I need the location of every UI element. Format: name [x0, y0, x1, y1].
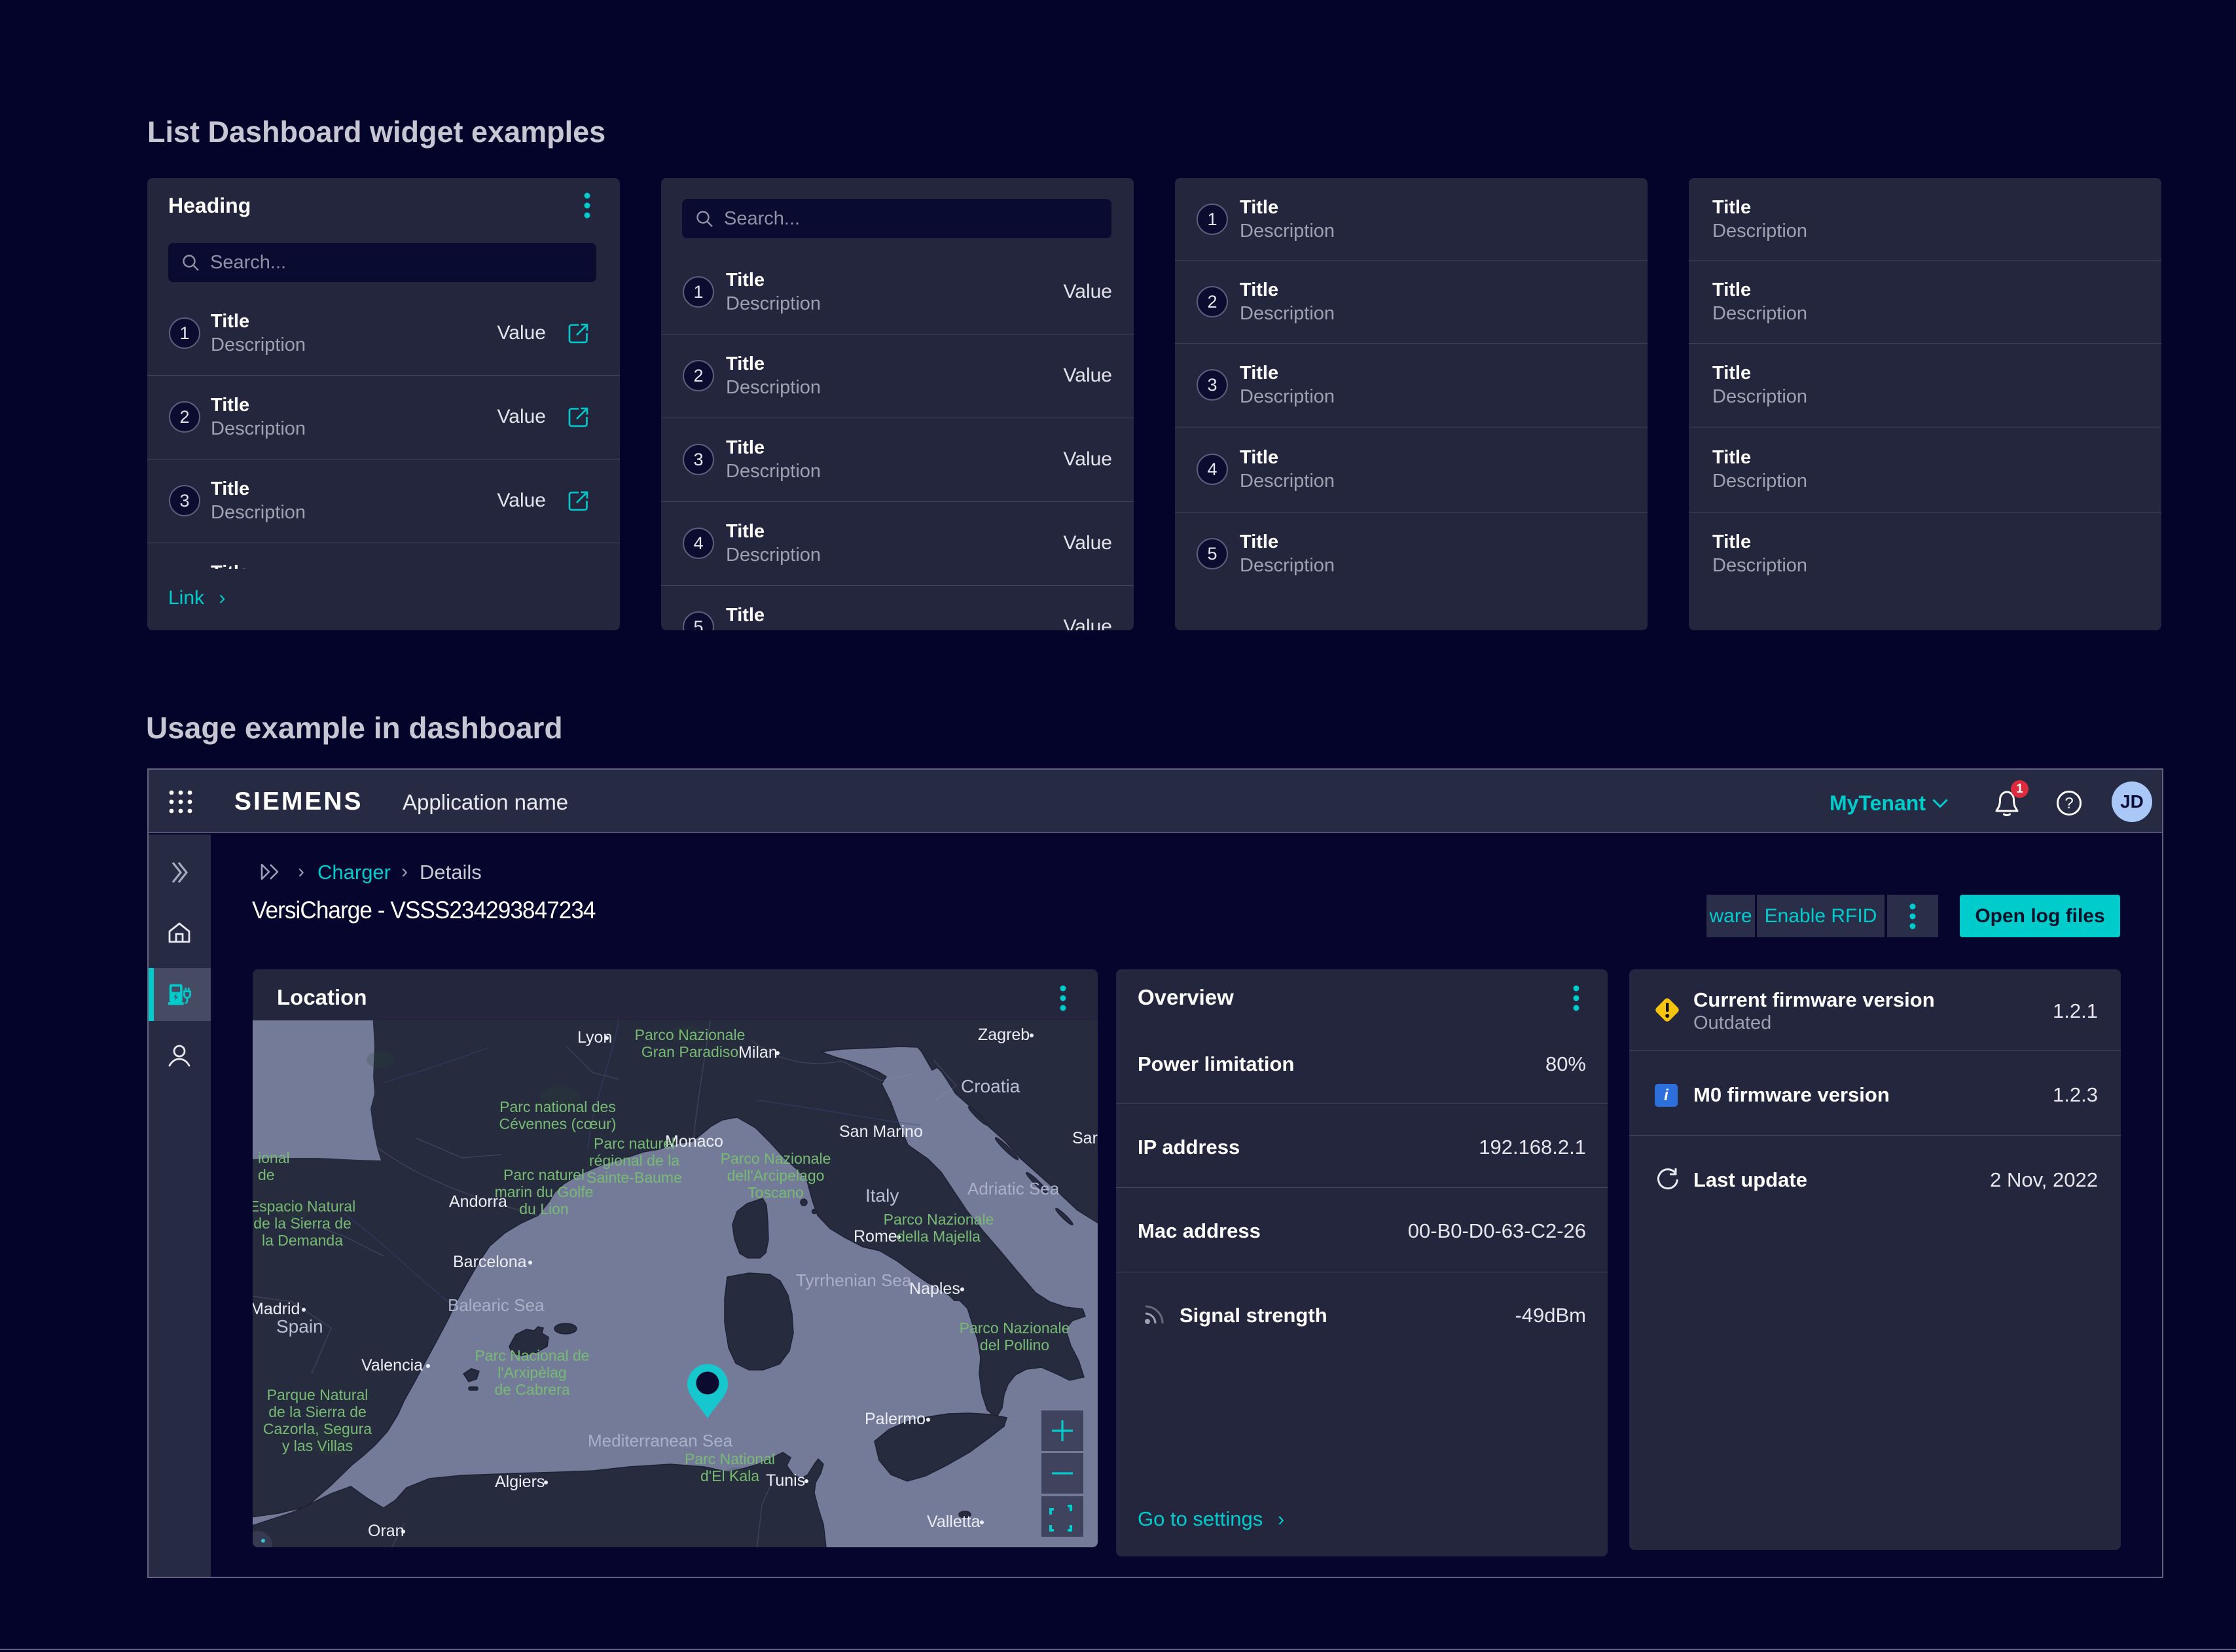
svg-text:San Marino: San Marino: [839, 1122, 923, 1141]
svg-text:Parco Nazionale: Parco Nazionale: [960, 1320, 1070, 1337]
svg-text:ional: ional: [258, 1149, 290, 1166]
svg-text:della Majella: della Majella: [897, 1228, 981, 1245]
svg-text:Adriatic Sea: Adriatic Sea: [967, 1179, 1060, 1198]
svg-text:Sarajev: Sarajev: [1072, 1129, 1098, 1147]
svg-text:la Demanda: la Demanda: [262, 1232, 343, 1249]
svg-text:Balearic Sea: Balearic Sea: [448, 1295, 545, 1315]
svg-text:du Lion: du Lion: [519, 1200, 568, 1217]
svg-text:Tyrrhenian Sea: Tyrrhenian Sea: [796, 1270, 912, 1290]
svg-text:Madrid: Madrid: [253, 1300, 300, 1318]
svg-text:Parc naturel: Parc naturel: [594, 1135, 675, 1152]
svg-text:Naples: Naples: [909, 1280, 960, 1298]
svg-text:Barcelona: Barcelona: [453, 1253, 527, 1271]
svg-text:Spain: Spain: [276, 1316, 323, 1337]
svg-text:Parco Nazionale: Parco Nazionale: [884, 1211, 994, 1228]
svg-text:Croatia: Croatia: [961, 1076, 1020, 1096]
svg-text:Parc naturel: Parc naturel: [503, 1166, 585, 1183]
svg-text:del Pollino: del Pollino: [980, 1337, 1049, 1354]
svg-text:Valencia: Valencia: [361, 1356, 423, 1374]
svg-text:Parco Nazionale: Parco Nazionale: [721, 1150, 831, 1167]
svg-text:Parc Nacional de: Parc Nacional de: [475, 1347, 589, 1364]
svg-text:Toscano: Toscano: [748, 1184, 804, 1201]
svg-text:Sainte-Baume: Sainte-Baume: [586, 1169, 682, 1186]
svg-text:Parc national des: Parc national des: [499, 1098, 616, 1115]
svg-text:Valletta: Valletta: [927, 1513, 981, 1531]
svg-text:de Cabrera: de Cabrera: [494, 1381, 569, 1398]
svg-text:Parque Natural: Parque Natural: [267, 1386, 369, 1403]
svg-text:Oran: Oran: [368, 1522, 405, 1540]
svg-text:Algiers: Algiers: [495, 1473, 545, 1491]
svg-text:Tunis: Tunis: [766, 1471, 805, 1490]
svg-text:Milan: Milan: [738, 1043, 778, 1062]
svg-text:de la Sierra de: de la Sierra de: [268, 1403, 367, 1420]
svg-text:Parco Nazionale: Parco Nazionale: [635, 1026, 746, 1043]
svg-text:Cazorla, Segura: Cazorla, Segura: [263, 1420, 372, 1437]
svg-text:Rome: Rome: [854, 1227, 897, 1246]
svg-text:Palermo: Palermo: [865, 1410, 926, 1428]
svg-text:Gran Paradiso: Gran Paradiso: [641, 1043, 738, 1060]
svg-text:Zagreb: Zagreb: [978, 1026, 1030, 1044]
svg-text:dell'Arcipelago: dell'Arcipelago: [727, 1167, 825, 1184]
svg-text:Italy: Italy: [865, 1185, 899, 1206]
svg-text:Parc National: Parc National: [685, 1450, 775, 1467]
svg-text:d'El Kala: d'El Kala: [700, 1467, 759, 1484]
svg-text:l'Arxipèlag: l'Arxipèlag: [497, 1364, 566, 1381]
svg-text:y las Villas: y las Villas: [282, 1437, 353, 1454]
svg-text:marin du Golfe: marin du Golfe: [495, 1183, 594, 1200]
svg-text:de: de: [258, 1166, 275, 1183]
svg-text:Cévennes (cœur): Cévennes (cœur): [499, 1115, 617, 1132]
svg-text:de la Sierra de: de la Sierra de: [253, 1215, 352, 1232]
svg-text:?: ?: [2065, 795, 2073, 812]
svg-text:Espacio Natural: Espacio Natural: [253, 1198, 355, 1215]
svg-text:Mediterranean Sea: Mediterranean Sea: [588, 1431, 733, 1450]
svg-text:régional de la: régional de la: [589, 1152, 679, 1169]
